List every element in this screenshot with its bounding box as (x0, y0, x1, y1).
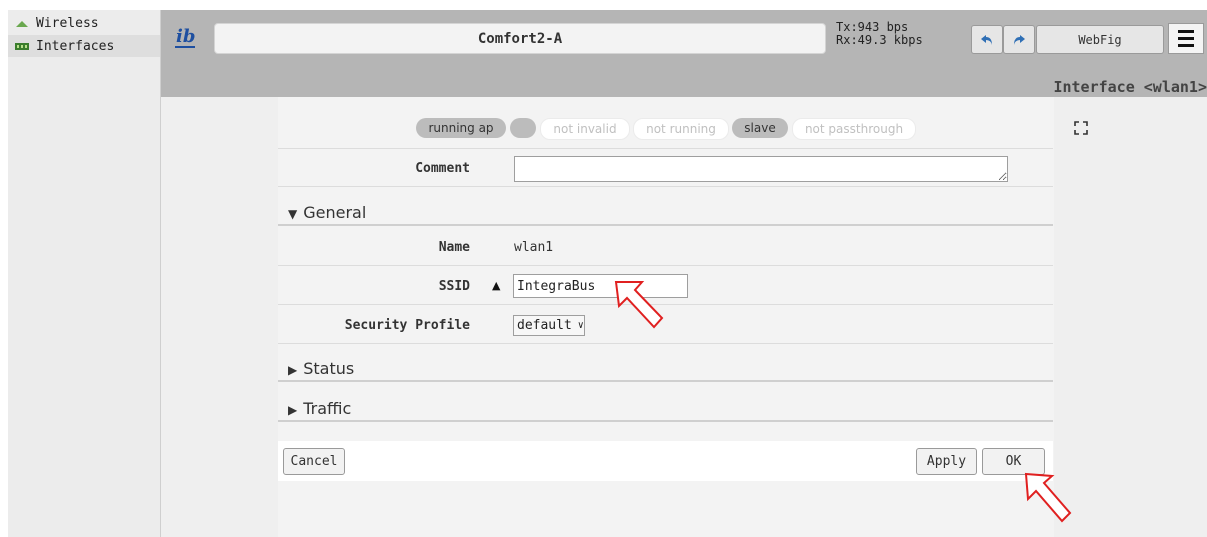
section-label: Status (303, 359, 355, 378)
divider (278, 148, 1053, 149)
name-label: Name (438, 240, 470, 255)
hamburger-icon (1178, 30, 1194, 33)
security-profile-value: default (517, 318, 572, 333)
rx-rate: Rx:49.3 kbps (836, 33, 923, 47)
logo-icon: ib (175, 26, 195, 48)
section-divider (278, 224, 1053, 226)
annotation-arrow-icon (1024, 472, 1072, 523)
annotation-arrow-icon (614, 281, 664, 329)
wireless-icon (16, 21, 28, 27)
redo-icon (1014, 34, 1025, 45)
comment-label: Comment (415, 161, 470, 176)
expand-triangle-icon: ▶ (288, 363, 298, 377)
sidebar-item-label: Interfaces (36, 38, 115, 54)
flag-not-invalid: not invalid (540, 118, 630, 140)
section-traffic[interactable]: ▶ Traffic (288, 399, 351, 418)
flag-not-running: not running (633, 118, 729, 140)
divider (278, 265, 1053, 266)
undo-button[interactable] (971, 25, 1003, 54)
section-label: General (303, 203, 367, 222)
section-status[interactable]: ▶ Status (288, 359, 354, 378)
section-divider (278, 420, 1053, 422)
identity-field: Comfort2-A (214, 23, 826, 54)
undo-icon (981, 34, 992, 45)
chevron-down-icon: ∨ (577, 320, 584, 331)
security-profile-select[interactable]: default ∨ (513, 315, 585, 336)
divider (278, 343, 1053, 344)
collapse-triangle-icon: ▼ (288, 207, 298, 221)
section-general[interactable]: ▼ General (288, 203, 366, 222)
flag-slave: slave (732, 118, 788, 138)
name-value: wlan1 (514, 240, 554, 255)
expand-triangle-icon: ▶ (288, 403, 298, 417)
ssid-label: SSID (438, 279, 470, 294)
svg-text:ib: ib (176, 26, 195, 47)
apply-button[interactable]: Apply (916, 448, 977, 475)
sidebar-item-interfaces[interactable]: Interfaces (8, 35, 160, 57)
fullscreen-icon[interactable] (1074, 121, 1088, 139)
redo-button[interactable] (1003, 25, 1035, 54)
header-bar: ib Comfort2-A Tx:943 bps Rx:49.3 kbps We… (161, 10, 1207, 97)
traffic-readout: Tx:943 bps Rx:49.3 kbps (836, 21, 923, 47)
sidebar: Wireless Interfaces (8, 10, 161, 537)
ssid-collapse-icon[interactable]: ▲ (492, 279, 500, 292)
menu-button[interactable] (1168, 23, 1204, 54)
divider (278, 186, 1053, 187)
interfaces-icon (15, 43, 29, 50)
flag-blank (510, 118, 536, 138)
window-title: Interface <wlan1> (1053, 78, 1207, 96)
sidebar-item-wireless[interactable]: Wireless (8, 12, 160, 34)
flag-not-passthrough: not passthrough (792, 118, 916, 140)
section-label: Traffic (303, 399, 352, 418)
section-divider (278, 380, 1053, 382)
flag-running-ap: running ap (416, 118, 506, 138)
sidebar-item-label: Wireless (36, 15, 99, 31)
webfig-button[interactable]: WebFig (1036, 25, 1164, 54)
cancel-button[interactable]: Cancel (283, 448, 345, 475)
comment-input[interactable] (514, 156, 1008, 182)
security-profile-label: Security Profile (344, 318, 470, 333)
